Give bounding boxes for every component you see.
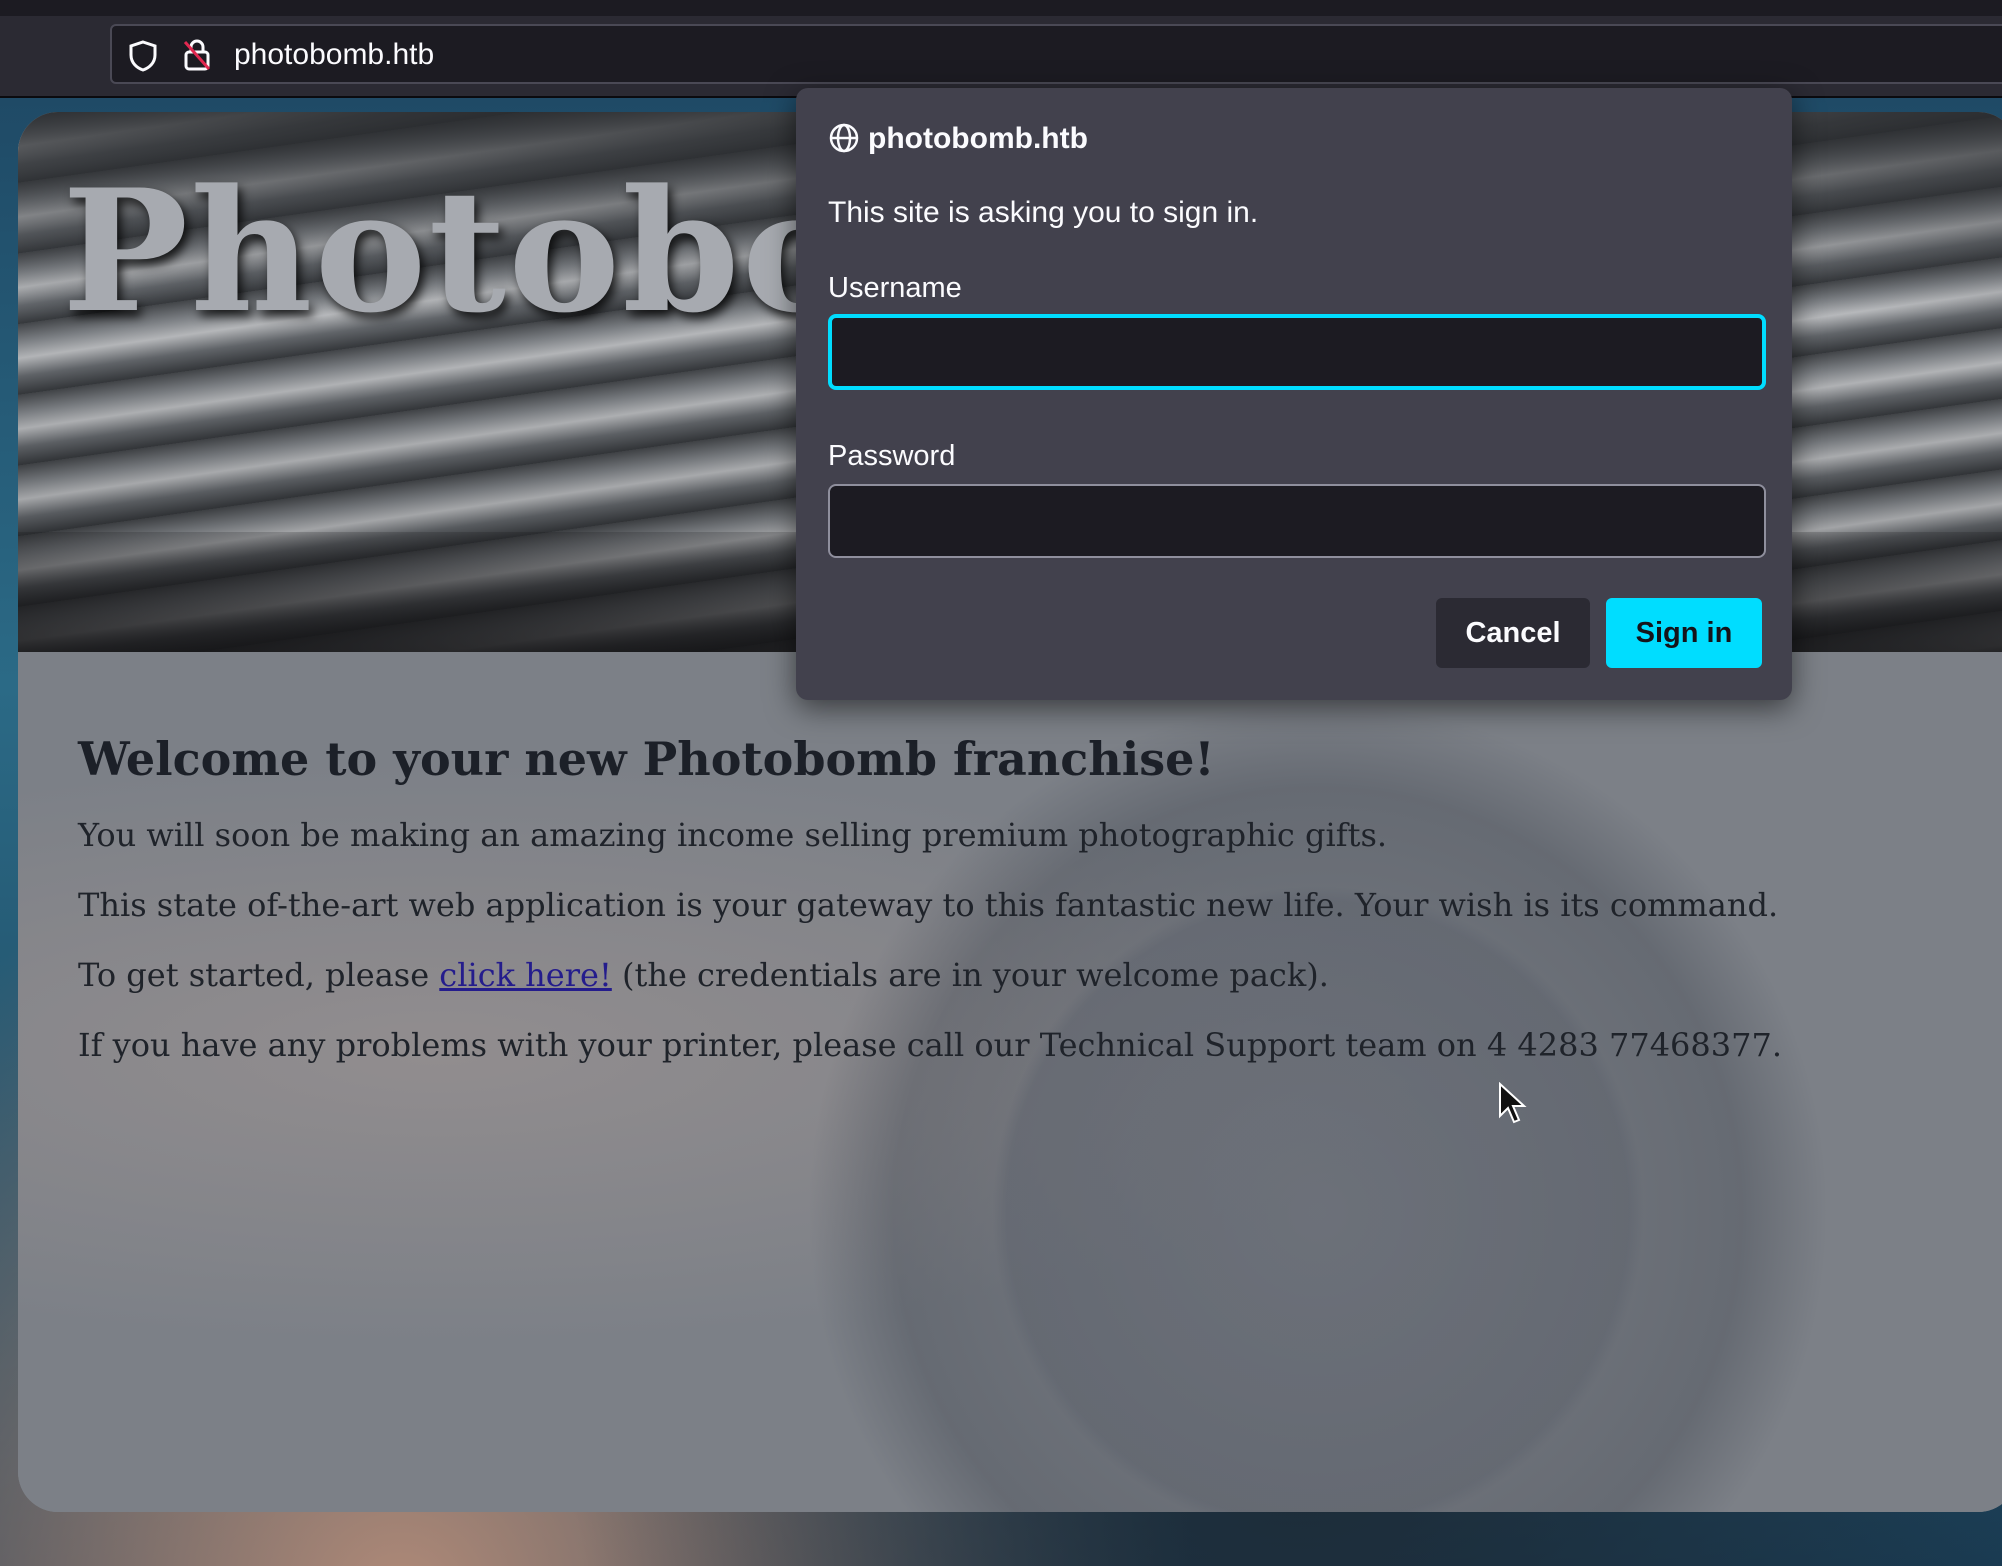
url-bar[interactable]: photobomb.htb: [110, 24, 2002, 84]
browser-toolbar: photobomb.htb: [0, 16, 2002, 98]
cancel-button[interactable]: Cancel: [1436, 598, 1590, 668]
password-label: Password: [828, 440, 956, 472]
dialog-message: This site is asking you to sign in.: [828, 196, 1259, 229]
globe-icon: [828, 122, 860, 159]
page-content: Welcome to your new Photobomb franchise!…: [18, 652, 2002, 1512]
paragraph-get-started: To get started, please click here! (the …: [78, 956, 1978, 994]
insecure-lock-icon[interactable]: [182, 38, 212, 76]
mouse-pointer-icon: [1498, 1081, 1528, 1130]
welcome-heading: Welcome to your new Photobomb franchise!: [78, 732, 1215, 786]
credentials-note: (the credentials are in your welcome pac…: [611, 956, 1329, 994]
click-here-link[interactable]: click here!: [439, 956, 612, 994]
paragraph-gateway: This state of-the-art web application is…: [78, 886, 1779, 924]
sign-in-button[interactable]: Sign in: [1606, 598, 1762, 668]
paragraph-support: If you have any problems with your print…: [78, 1026, 1783, 1064]
get-started-text: To get started, please: [78, 956, 440, 994]
shield-icon[interactable]: [128, 40, 158, 76]
dialog-host: photobomb.htb: [868, 122, 1088, 155]
password-input[interactable]: [828, 484, 1766, 558]
paragraph-income: You will soon be making an amazing incom…: [78, 816, 1388, 854]
content-text: Welcome to your new Photobomb franchise!…: [78, 732, 1978, 1096]
username-label: Username: [828, 272, 962, 304]
username-input[interactable]: [828, 314, 1766, 390]
tab-strip: [0, 0, 2002, 17]
sign-in-dialog: photobomb.htb This site is asking you to…: [796, 88, 1792, 700]
url-text[interactable]: photobomb.htb: [234, 38, 434, 72]
